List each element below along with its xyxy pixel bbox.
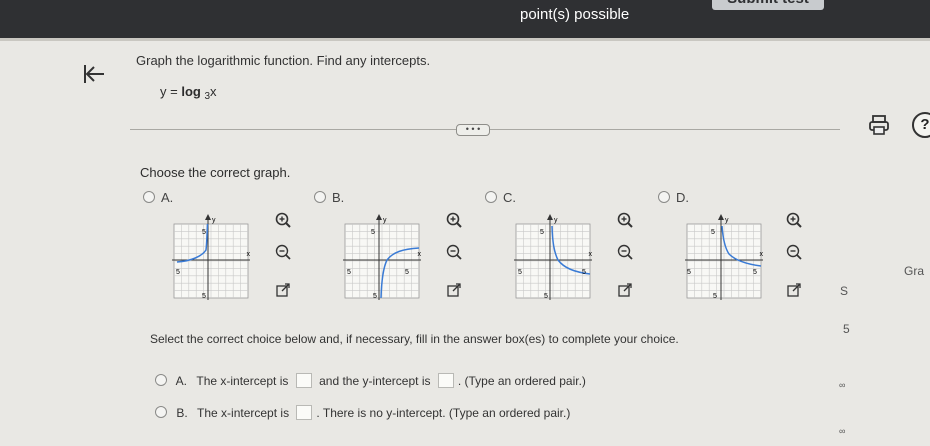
popout-icon-d[interactable] [785, 281, 803, 299]
side-label-five: 5 [843, 322, 850, 336]
radio-a[interactable] [143, 191, 155, 203]
intercept-option-b[interactable]: B. The x-intercept is . There is no y-in… [155, 405, 570, 420]
help-icon[interactable]: ? [912, 112, 930, 138]
question-prompt: Graph the logarithmic function. Find any… [136, 53, 431, 68]
svg-text:y: y [554, 217, 558, 224]
radio-d[interactable] [658, 191, 670, 203]
y-intercept-input-a[interactable] [437, 373, 454, 388]
svg-text:5: 5 [373, 293, 377, 300]
points-possible: point(s) possible [520, 6, 630, 23]
zoom-in-icon-c[interactable] [616, 211, 634, 229]
option-c[interactable]: C. [485, 190, 516, 205]
side-label-gra: Gra [904, 264, 925, 278]
svg-text:5: 5 [202, 229, 206, 236]
side-label-inf-1: ∞ [839, 380, 846, 390]
svg-text:x: x [589, 251, 593, 258]
zoom-out-icon-a[interactable] [274, 243, 292, 261]
svg-text:5: 5 [371, 229, 375, 236]
x-intercept-input-a[interactable] [295, 373, 312, 388]
intercept-radio-b[interactable] [155, 406, 167, 418]
x-intercept-input-b[interactable] [296, 405, 313, 420]
expand-button[interactable]: • • • [456, 124, 490, 136]
svg-text:5: 5 [405, 269, 409, 276]
svg-text:5: 5 [518, 269, 522, 276]
graph-d-svg: y x 5 5 5 5 [685, 214, 764, 300]
popout-icon-b[interactable] [445, 281, 463, 299]
svg-text:5: 5 [713, 293, 717, 300]
svg-text:5: 5 [753, 269, 757, 276]
svg-text:x: x [760, 251, 764, 258]
svg-text:5: 5 [540, 229, 544, 236]
side-label-s: S [840, 284, 849, 298]
graph-d[interactable]: y x 5 5 5 5 [685, 212, 764, 300]
svg-text:y: y [212, 217, 216, 224]
sub-bar [0, 38, 930, 41]
svg-text:5: 5 [347, 269, 351, 276]
choose-graph-label: Choose the correct graph. [140, 165, 291, 180]
zoom-in-icon-a[interactable] [274, 211, 292, 229]
radio-c[interactable] [485, 191, 497, 203]
submit-test-button[interactable]: Submit test [712, 0, 824, 10]
top-bar: point(s) possible Submit test [0, 0, 930, 38]
graph-c[interactable]: y x 5 5 5 5 [514, 212, 593, 300]
print-icon[interactable] [868, 114, 890, 136]
option-a[interactable]: A. [143, 190, 173, 205]
intercept-option-a[interactable]: A. The x-intercept is and the y-intercep… [155, 373, 586, 388]
option-b[interactable]: B. [314, 190, 344, 205]
svg-text:5: 5 [687, 269, 691, 276]
graph-c-svg: y x 5 5 5 5 [514, 214, 593, 300]
zoom-out-icon-b[interactable] [445, 243, 463, 261]
svg-text:5: 5 [544, 293, 548, 300]
svg-text:5: 5 [202, 293, 206, 300]
side-label-inf-2: ∞ [839, 426, 846, 436]
intercept-instruction: Select the correct choice below and, if … [150, 332, 679, 346]
option-d[interactable]: D. [658, 190, 689, 205]
graph-a[interactable]: y x 5 5 5 [172, 212, 251, 300]
graph-b[interactable]: y x 5 5 5 5 [343, 212, 422, 300]
intercept-radio-a[interactable] [155, 374, 167, 386]
svg-text:x: x [247, 251, 251, 258]
popout-icon-c[interactable] [616, 281, 634, 299]
zoom-in-icon-d[interactable] [785, 211, 803, 229]
graph-b-svg: y x 5 5 5 5 [343, 214, 422, 300]
svg-text:5: 5 [711, 229, 715, 236]
svg-text:y: y [725, 217, 729, 224]
collapse-left-icon[interactable] [82, 62, 106, 86]
svg-text:5: 5 [582, 269, 586, 276]
equation: y = log 3x [160, 84, 217, 102]
zoom-in-icon-b[interactable] [445, 211, 463, 229]
graph-a-svg: y x 5 5 5 [172, 214, 251, 300]
svg-text:y: y [383, 217, 387, 224]
zoom-out-icon-d[interactable] [785, 243, 803, 261]
svg-text:x: x [418, 251, 422, 258]
svg-text:5: 5 [176, 269, 180, 276]
radio-b[interactable] [314, 191, 326, 203]
zoom-out-icon-c[interactable] [616, 243, 634, 261]
popout-icon-a[interactable] [274, 281, 292, 299]
